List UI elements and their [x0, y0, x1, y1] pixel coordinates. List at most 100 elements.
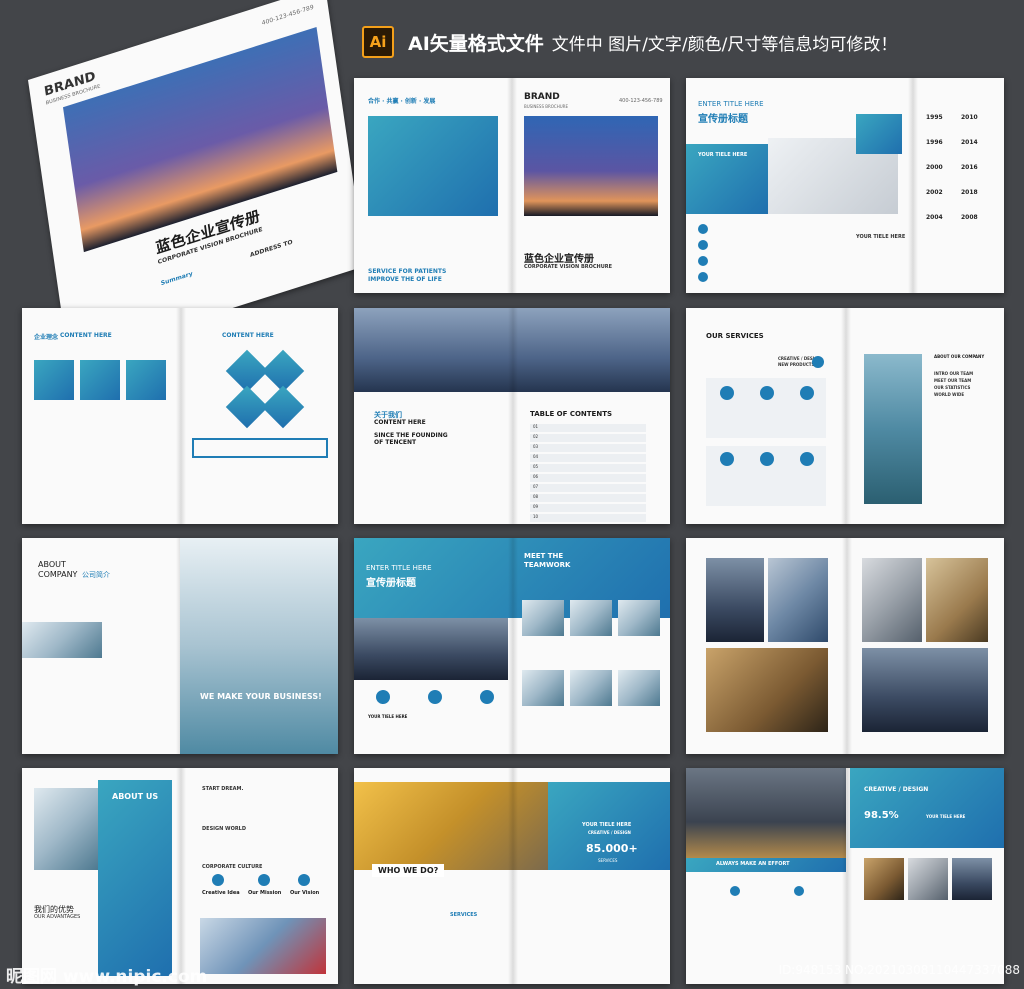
year-label: 2002 — [926, 189, 943, 196]
toc-item[interactable]: 10 — [530, 514, 646, 522]
spread3-tile-3 — [126, 360, 166, 400]
spread10-number: 85.000+ — [586, 842, 638, 855]
spread3-box — [192, 438, 328, 458]
spread1-title-cn: 蓝色企业宣传册 — [524, 254, 594, 265]
spread7-your-title: YOUR TIELE HERE — [368, 714, 408, 719]
spread11-creative: CREATIVE / DESIGN — [864, 786, 929, 793]
spread3-content: CONTENT HERE — [60, 332, 112, 339]
spread11-photo-3 — [952, 858, 992, 900]
spread4-fold — [508, 308, 518, 524]
spread5-about: ABOUT OUR COMPANY — [934, 354, 985, 359]
spread-3: 企业理念 CONTENT HERE CONTENT HERE — [22, 308, 338, 524]
spread9-our-vision: Our Vision — [290, 890, 320, 896]
bullet-item: OUR STATISTICS — [934, 385, 971, 390]
spread7-photo-4 — [522, 670, 564, 706]
year-label: 2000 — [926, 164, 943, 171]
spread7-icon-3 — [480, 690, 494, 704]
spread9-our-mission: Our Mission — [248, 890, 282, 896]
toc-item[interactable]: 09 — [530, 504, 646, 512]
toc-item[interactable]: 05 — [530, 464, 646, 472]
spread4-toc-list: 01 02 03 04 05 06 07 08 09 10 — [530, 424, 646, 524]
spread3-fold — [176, 308, 186, 524]
spread10-your-title: YOUR TIELE HERE — [582, 822, 632, 828]
toc-item[interactable]: 08 — [530, 494, 646, 502]
spread11-always: ALWAYS MAKE AN EFFORT — [716, 861, 790, 867]
spread5-photo — [864, 354, 922, 504]
spread4-toc: TABLE OF CONTENTS — [530, 410, 613, 418]
spread1-phone: 400-123-456-789 — [619, 98, 663, 104]
spread7-photo-6 — [618, 670, 660, 706]
spread1-fold — [507, 78, 517, 293]
illustrator-icon: Ai — [362, 26, 394, 58]
spread9-about-us: ABOUT US — [112, 792, 159, 801]
spread7-title-cn: 宣传册标题 — [366, 578, 416, 589]
spread11-photo-1 — [864, 858, 904, 900]
spread-7: ENTER TITLE HERE 宣传册标题 YOUR TIELE HERE M… — [354, 538, 670, 754]
spread9-bottom-photo — [200, 918, 326, 974]
watermark-left: 昵图网 www.nipic.com — [6, 967, 208, 987]
spread1-brand: BRAND — [524, 92, 560, 102]
spread10-robot-photo — [354, 782, 548, 870]
toc-item[interactable]: 01 — [530, 424, 646, 432]
spread-2: ENTER TITLE HERE 宣传册标题 YOUR TIELE HERE Y… — [686, 78, 1004, 293]
spread1-photo — [524, 116, 658, 216]
spread1-improve: IMPROVE THE OF LIFE — [368, 276, 442, 283]
header-main-text: AI矢量格式文件 — [408, 32, 544, 55]
header: Ai AI矢量格式文件 文件中 图片/文字/颜色/尺寸等信息均可修改！ — [362, 26, 897, 58]
spread7-server-photo — [354, 618, 508, 680]
header-sub-text: 文件中 图片/文字/颜色/尺寸等信息均可修改！ — [551, 34, 898, 55]
spread9-design: DESIGN WORLD — [202, 826, 247, 832]
spread7-icon-2 — [428, 690, 442, 704]
spread10-creative: CREATIVE / DESIGN — [588, 830, 631, 835]
spread11-icon-2 — [794, 886, 804, 896]
bullet-item: WORLD WIDE — [934, 392, 965, 397]
spread7-photo-2 — [570, 600, 612, 636]
toc-item[interactable]: 07 — [530, 484, 646, 492]
spread5-icon-5 — [760, 452, 774, 466]
spread2-years: 1995 2010 1996 2014 2000 2016 2002 2018 … — [926, 114, 996, 221]
spread8-photo-2 — [768, 558, 828, 642]
spread8-photo-5 — [926, 558, 988, 642]
spread1-service: SERVICE FOR PATIENTS — [368, 268, 447, 275]
spread7-icon-1 — [376, 690, 390, 704]
spread10-who: WHO WE DO? — [372, 864, 445, 877]
spread-4: 关于我们 CONTENT HERE SINCE THE FOUNDING OF … — [354, 308, 670, 524]
spread4-of: OF TENCENT — [374, 439, 417, 446]
toc-item[interactable]: 06 — [530, 474, 646, 482]
spread11-percent: 98.5% — [864, 810, 899, 821]
spread7-meet: MEET THE — [524, 552, 564, 560]
spread7-photo-3 — [618, 600, 660, 636]
spread11-factory-photo — [686, 768, 846, 858]
toc-item[interactable]: 04 — [530, 454, 646, 462]
year-label: 2018 — [961, 189, 978, 196]
spread2-circle-3 — [698, 256, 708, 266]
spread7-photo-5 — [570, 670, 612, 706]
toc-item[interactable]: 02 — [530, 434, 646, 442]
spread7-team: TEAMWORK — [524, 561, 571, 569]
spread5-icon-2 — [760, 386, 774, 400]
bullet-item: INTRO OUR TEAM — [934, 371, 974, 376]
year-label: 1995 — [926, 114, 943, 121]
toc-item[interactable]: 03 — [530, 444, 646, 452]
spread5-globe-icon — [812, 356, 824, 368]
spread1-brand-sub: BUSINESS BROCHURE — [524, 104, 568, 109]
spread9-creative-idea: Creative Idea — [202, 890, 240, 896]
spread7-fold — [508, 538, 518, 754]
spread-6: ABOUT COMPANY 公司简介 WE MAKE YOUR BUSINESS… — [22, 538, 338, 754]
spread11-photo-2 — [908, 858, 948, 900]
cover-summary: Summary — [160, 270, 194, 288]
cover-address: ADDRESS TO — [249, 238, 294, 259]
spread9-teal-panel — [98, 780, 172, 976]
spread7-photo-1 — [522, 600, 564, 636]
spread11-icon-1 — [730, 886, 740, 896]
spread11-teal-panel — [850, 768, 1004, 848]
spread9-fold — [176, 768, 186, 984]
spread2-enter-title: ENTER TITLE HERE — [698, 100, 764, 108]
bullet-item: MEET OUR TEAM — [934, 378, 972, 383]
spread3-tile-1 — [34, 360, 74, 400]
spread7-enter-title: ENTER TITLE HERE — [366, 564, 432, 572]
year-label: 1996 — [926, 139, 943, 146]
spread5-services: OUR SERVICES — [706, 332, 764, 340]
spread8-photo-1 — [706, 558, 764, 642]
spread-8 — [686, 538, 1004, 754]
